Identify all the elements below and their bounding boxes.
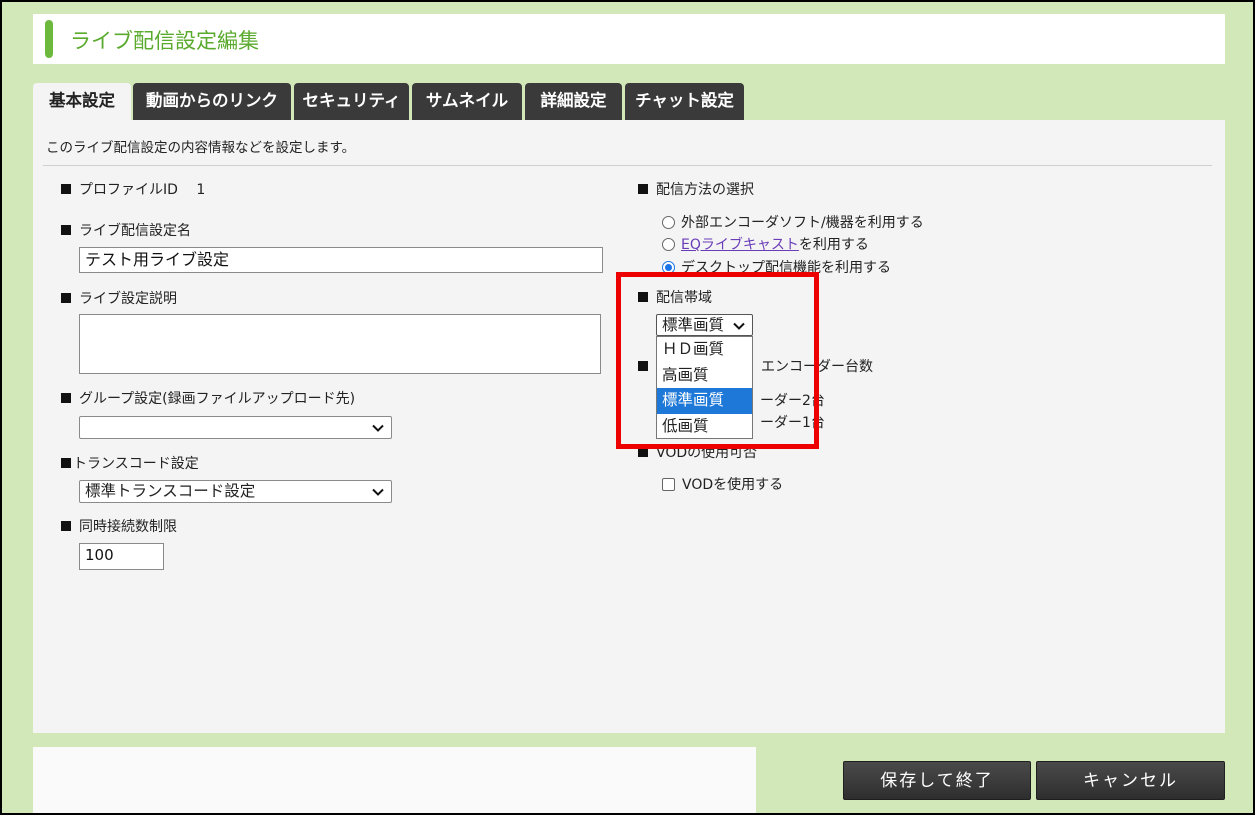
divider <box>43 165 1212 166</box>
method-option-external[interactable]: 外部エンコーダソフト/機器を利用する <box>662 212 924 232</box>
setting-description-textarea[interactable] <box>79 314 601 374</box>
bullet-square-icon <box>61 225 71 235</box>
tab-chat-settings[interactable]: チャット設定 <box>625 83 744 120</box>
vod-checkbox[interactable] <box>662 477 675 491</box>
bottom-area <box>33 747 756 815</box>
bandwidth-label: 配信帯域 <box>638 287 712 307</box>
bullet-square-icon <box>61 393 71 403</box>
bullet-square-icon <box>638 184 648 194</box>
bullet-square-icon <box>61 184 71 194</box>
chevron-down-icon <box>372 488 384 496</box>
panel-description: このライブ配信設定の内容情報などを設定します。 <box>46 140 356 156</box>
tab-video-link[interactable]: 動画からのリンク <box>133 83 291 120</box>
bandwidth-select[interactable]: 標準画質 <box>656 314 753 336</box>
vod-checkbox-row[interactable]: VODを使用する <box>662 474 783 494</box>
save-and-exit-button[interactable]: 保存して終了 <box>843 761 1031 800</box>
encoder-option-2[interactable]: ーダー2台 <box>760 390 825 410</box>
radio-button[interactable] <box>662 237 675 251</box>
encoder-option-1[interactable]: ーダー1台 <box>760 412 825 432</box>
transcode-label: トランスコード設定 <box>61 453 199 473</box>
chevron-down-icon <box>733 322 745 330</box>
bandwidth-dropdown-list: ＨＤ画質 高画質 標準画質 低画質 <box>656 336 753 439</box>
transcode-select[interactable]: 標準トランスコード設定 <box>79 480 392 503</box>
vod-usage-label: VODの使用可否 <box>638 442 757 462</box>
bullet-square-icon <box>638 447 648 457</box>
connection-limit-label: 同時接続数制限 <box>61 516 177 536</box>
method-option-desktop[interactable]: デスクトップ配信機能を利用する <box>662 257 891 277</box>
profile-id-label: プロファイルID 1 <box>61 179 205 199</box>
tab-basic-settings[interactable]: 基本設定 <box>33 83 131 121</box>
bandwidth-option-low[interactable]: 低画質 <box>657 414 752 440</box>
tab-detail-settings[interactable]: 詳細設定 <box>525 83 622 120</box>
bandwidth-option-hd[interactable]: ＨＤ画質 <box>657 337 752 363</box>
bullet-square-icon <box>61 458 71 468</box>
group-select[interactable] <box>79 416 392 439</box>
bullet-square-icon <box>638 292 648 302</box>
group-setting-label: グループ設定(録画ファイルアップロード先) <box>61 388 355 408</box>
setting-name-input[interactable]: テスト用ライブ設定 <box>79 247 603 273</box>
method-option-eq[interactable]: EQライブキャスト を利用する <box>662 234 869 254</box>
radio-button[interactable] <box>662 215 675 229</box>
connection-limit-input[interactable]: 100 <box>79 543 164 570</box>
delivery-method-label: 配信方法の選択 <box>638 179 754 199</box>
bandwidth-option-standard[interactable]: 標準画質 <box>657 388 752 414</box>
eq-live-cast-link[interactable]: EQライブキャスト <box>681 234 799 254</box>
page-header: ライブ配信設定編集 <box>33 14 1225 64</box>
chevron-down-icon <box>372 424 384 432</box>
cancel-button[interactable]: キャンセル <box>1036 761 1225 800</box>
profile-id-value: 1 <box>196 182 206 198</box>
page-title: ライブ配信設定編集 <box>70 29 259 53</box>
bullet-square-icon <box>61 293 71 303</box>
title-accent-bar <box>45 20 53 58</box>
setting-name-label: ライブ配信設定名 <box>61 220 191 240</box>
bullet-square-icon <box>61 521 71 531</box>
radio-button-checked[interactable] <box>662 260 675 274</box>
bandwidth-option-high[interactable]: 高画質 <box>657 363 752 389</box>
tab-thumbnail[interactable]: サムネイル <box>412 83 522 120</box>
setting-description-label: ライブ設定説明 <box>61 288 177 308</box>
tab-security[interactable]: セキュリティ <box>294 83 409 120</box>
bullet-square-icon <box>638 361 648 371</box>
